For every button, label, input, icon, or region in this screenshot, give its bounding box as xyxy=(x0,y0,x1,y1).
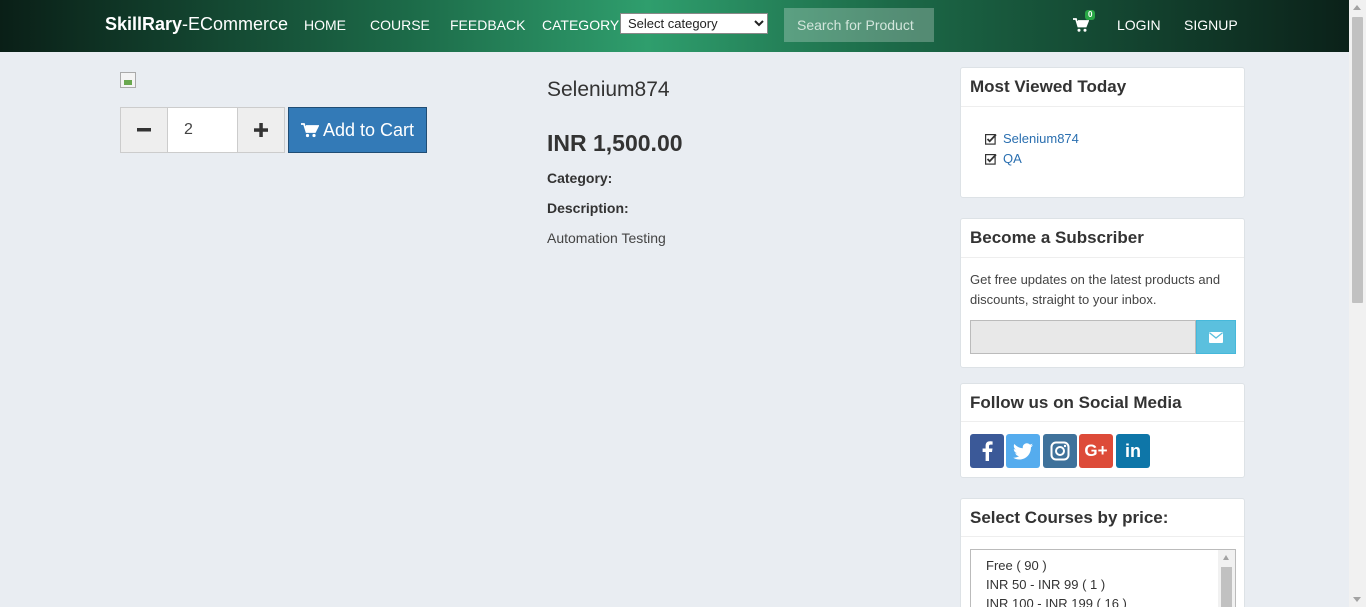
product-title: Selenium874 xyxy=(547,78,670,101)
cart-count-badge: 0 xyxy=(1085,10,1096,20)
product-image-broken xyxy=(120,72,136,88)
quantity-input[interactable] xyxy=(167,107,238,153)
price-filter-title: Select Courses by price: xyxy=(961,499,1244,537)
scroll-down-arrow[interactable] xyxy=(1353,597,1361,602)
envelope-icon xyxy=(1209,331,1223,343)
login-link[interactable]: LOGIN xyxy=(1117,17,1161,33)
most-viewed-link[interactable]: QA xyxy=(1003,151,1022,166)
nav-home[interactable]: HOME xyxy=(304,17,346,33)
scroll-up-arrow[interactable] xyxy=(1353,5,1361,10)
price-option[interactable]: Free ( 90 ) xyxy=(971,556,1235,575)
top-navbar: SkillRary-ECommerce HOME COURSE FEEDBACK… xyxy=(0,0,1349,52)
price-option[interactable]: INR 50 - INR 99 ( 1 ) xyxy=(971,575,1235,594)
brand-logo[interactable]: SkillRary-ECommerce xyxy=(105,14,288,35)
twitter-icon[interactable] xyxy=(1006,434,1040,468)
google-plus-icon[interactable]: G+ xyxy=(1079,434,1113,468)
facebook-icon[interactable] xyxy=(970,434,1004,468)
social-title: Follow us on Social Media xyxy=(961,384,1244,422)
product-price: INR 1,500.00 xyxy=(547,130,683,156)
most-viewed-title: Most Viewed Today xyxy=(961,68,1244,107)
scroll-thumb[interactable] xyxy=(1221,567,1232,607)
nav-course[interactable]: COURSE xyxy=(370,17,430,33)
price-list-scrollbar[interactable] xyxy=(1218,550,1235,607)
social-panel: Follow us on Social Media G+ in xyxy=(960,383,1245,478)
add-to-cart-button[interactable]: Add to Cart xyxy=(288,107,427,153)
quantity-increase-button[interactable] xyxy=(237,107,285,153)
description-label: Description: xyxy=(547,200,629,216)
minus-icon xyxy=(137,128,151,132)
search-input[interactable] xyxy=(784,8,934,42)
checkbox-checked-icon xyxy=(985,153,997,165)
most-viewed-item[interactable]: QA xyxy=(985,151,1022,166)
page-scrollbar[interactable] xyxy=(1349,0,1366,607)
category-label: Category: xyxy=(547,170,613,186)
most-viewed-panel: Most Viewed Today Selenium874 QA xyxy=(960,67,1245,198)
scroll-up-arrow[interactable] xyxy=(1223,555,1229,560)
quantity-decrease-button[interactable] xyxy=(120,107,168,153)
linkedin-icon[interactable]: in xyxy=(1116,434,1150,468)
subscriber-text: Get free updates on the latest products … xyxy=(970,272,1221,307)
cart-icon xyxy=(300,123,319,138)
product-description: Automation Testing xyxy=(547,230,666,246)
instagram-icon[interactable] xyxy=(1043,434,1077,468)
most-viewed-link[interactable]: Selenium874 xyxy=(1003,131,1079,146)
signup-link[interactable]: SIGNUP xyxy=(1184,17,1238,33)
nav-category[interactable]: CATEGORY xyxy=(542,17,619,33)
scroll-thumb[interactable] xyxy=(1352,17,1363,303)
price-filter-list[interactable]: Free ( 90 ) INR 50 - INR 99 ( 1 ) INR 10… xyxy=(970,549,1236,607)
price-filter-panel: Select Courses by price: Free ( 90 ) INR… xyxy=(960,498,1245,607)
nav-feedback[interactable]: FEEDBACK xyxy=(450,17,525,33)
add-to-cart-label: Add to Cart xyxy=(322,119,415,140)
subscriber-email-input[interactable] xyxy=(970,320,1196,354)
category-select[interactable]: Select category xyxy=(620,13,768,34)
plus-icon xyxy=(254,123,268,137)
most-viewed-item[interactable]: Selenium874 xyxy=(985,131,1079,146)
subscribe-button[interactable] xyxy=(1196,320,1236,354)
subscriber-title: Become a Subscriber xyxy=(961,219,1244,258)
checkbox-checked-icon xyxy=(985,133,997,145)
subscriber-panel: Become a Subscriber Get free updates on … xyxy=(960,218,1245,368)
price-option[interactable]: INR 100 - INR 199 ( 16 ) xyxy=(971,594,1235,607)
